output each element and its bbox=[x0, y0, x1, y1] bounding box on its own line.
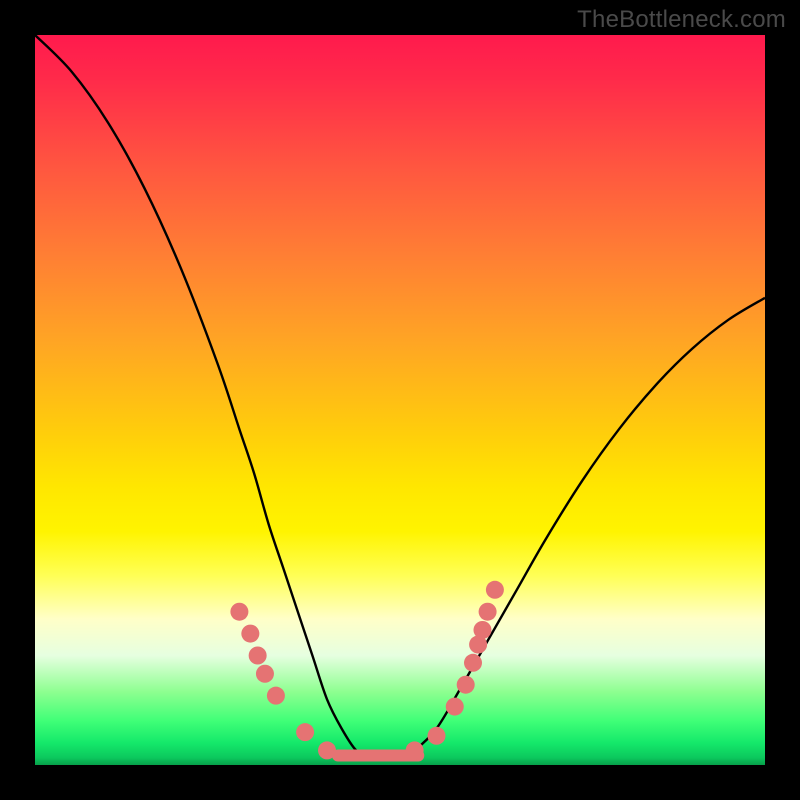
chart-overlay bbox=[35, 35, 765, 765]
chart-frame: TheBottleneck.com bbox=[0, 0, 800, 800]
highlight-dot bbox=[230, 603, 248, 621]
highlight-dot bbox=[428, 727, 446, 745]
highlight-dot bbox=[241, 625, 259, 643]
attribution-watermark: TheBottleneck.com bbox=[577, 6, 786, 34]
highlight-dot bbox=[464, 654, 482, 672]
highlight-dot bbox=[446, 698, 464, 716]
highlight-dot bbox=[256, 665, 274, 683]
marker-layer bbox=[230, 581, 504, 760]
highlight-dot bbox=[406, 741, 424, 759]
highlight-dot bbox=[486, 581, 504, 599]
highlight-dot bbox=[479, 603, 497, 621]
highlight-dot bbox=[267, 687, 285, 705]
curve-layer bbox=[35, 35, 765, 758]
highlight-dot bbox=[473, 621, 491, 639]
bottleneck-curve bbox=[35, 35, 765, 758]
highlight-dot bbox=[457, 676, 475, 694]
highlight-dot bbox=[296, 723, 314, 741]
highlight-dot bbox=[249, 647, 267, 665]
highlight-dot bbox=[318, 741, 336, 759]
